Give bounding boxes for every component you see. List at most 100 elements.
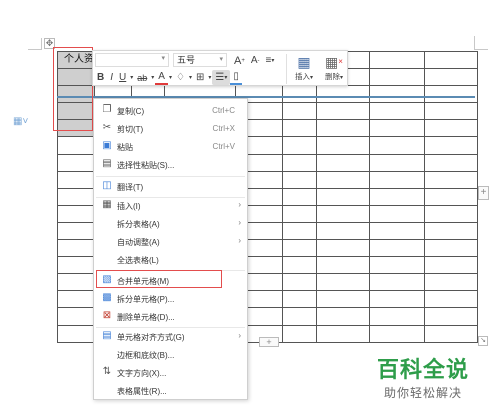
table-cell[interactable] (424, 102, 478, 121)
table-cell[interactable] (424, 136, 478, 155)
table-cell[interactable] (369, 307, 425, 326)
table-cell[interactable] (57, 170, 95, 189)
table-cell[interactable] (316, 221, 370, 241)
table-cell[interactable] (424, 273, 478, 292)
table-cell[interactable] (424, 170, 478, 189)
menu-item-insert[interactable]: ▦ 插入(I) › (94, 197, 247, 214)
table-cell[interactable] (316, 273, 370, 292)
table-cell[interactable] (316, 204, 370, 223)
table-cell[interactable] (282, 256, 317, 275)
table-cell[interactable] (369, 273, 425, 292)
menu-item-paste-special[interactable]: ▤ 选择性粘贴(S)... (94, 156, 247, 173)
table-cell[interactable] (282, 204, 317, 223)
table-cell[interactable] (282, 187, 317, 206)
table-cell[interactable] (316, 153, 370, 172)
table-cell[interactable] (282, 119, 317, 138)
menu-item-cut[interactable]: ✂ 剪切(T) Ctrl+X (94, 120, 247, 137)
table-cell[interactable] (316, 239, 370, 258)
table-cell[interactable] (282, 102, 317, 121)
table-cell[interactable] (57, 221, 95, 241)
menu-item-auto-fit[interactable]: 自动调整(A) › (94, 233, 247, 250)
table-cell[interactable] (424, 68, 478, 87)
line-spacing-icon[interactable]: ≡ ▾ (263, 53, 278, 68)
delete-button[interactable]: ▦× 删除▾ (319, 53, 349, 85)
table-cell[interactable] (57, 239, 95, 258)
table-cell[interactable] (282, 239, 317, 258)
table-cell[interactable] (282, 290, 317, 309)
table-cell[interactable] (369, 221, 425, 241)
menu-item-borders-shading[interactable]: 边框和底纹(B)... (94, 346, 247, 363)
table-cell[interactable] (316, 119, 370, 138)
table-cell[interactable] (316, 324, 370, 343)
menu-item-paste[interactable]: ▣ 粘贴 Ctrl+V (94, 138, 247, 155)
table-cell[interactable] (57, 204, 95, 223)
border-icon[interactable]: ⊞ (193, 70, 207, 85)
menu-item-text-direction[interactable]: ⇅ 文字方向(X)... (94, 364, 247, 381)
table-cell[interactable] (424, 239, 478, 258)
table-cell[interactable] (282, 307, 317, 326)
menu-item-split-table[interactable]: 拆分表格(A) › (94, 215, 247, 232)
table-cell[interactable] (57, 187, 95, 206)
add-column-button[interactable]: + (478, 186, 489, 200)
shrink-font-icon[interactable]: A- (248, 53, 263, 68)
table-cell[interactable] (369, 187, 425, 206)
table-cell[interactable] (369, 102, 425, 121)
table-cell[interactable] (316, 85, 370, 104)
table-cell[interactable] (424, 153, 478, 172)
menu-item-split-cells[interactable]: ▩ 拆分单元格(P)... (94, 290, 247, 307)
table-cell[interactable] (282, 273, 317, 292)
table-cell[interactable] (57, 256, 95, 275)
menu-item-translate[interactable]: ◫ 翻译(T) (94, 178, 247, 195)
highlight-icon[interactable]: ♢ (173, 70, 188, 85)
table-cell[interactable] (369, 153, 425, 172)
table-cell[interactable] (282, 136, 317, 155)
bold-button[interactable]: B (94, 70, 107, 85)
table-cell[interactable] (369, 136, 425, 155)
align-icon[interactable]: ☰ ▾ (212, 70, 231, 85)
table-cell[interactable] (369, 290, 425, 309)
font-size-select[interactable]: 五号 ▾ (173, 53, 227, 67)
table-cell[interactable] (316, 170, 370, 189)
table-cell[interactable] (424, 290, 478, 309)
table-cell[interactable] (316, 290, 370, 309)
table-cell[interactable] (424, 50, 478, 70)
paragraph-icon[interactable]: ▦˅ (13, 116, 28, 127)
table-cell[interactable] (424, 324, 478, 343)
table-cell[interactable] (57, 153, 95, 172)
table-cell[interactable] (57, 290, 95, 309)
grow-font-icon[interactable]: A + (231, 53, 248, 68)
menu-item-cell-alignment[interactable]: ▤ 单元格对齐方式(G) › (94, 328, 247, 345)
table-cell[interactable] (424, 119, 478, 138)
table-cell[interactable] (316, 187, 370, 206)
table-cell[interactable] (424, 187, 478, 206)
table-cell[interactable] (316, 102, 370, 121)
menu-item-delete-cells[interactable]: ⊠ 删除单元格(D)... (94, 308, 247, 325)
table-cell[interactable] (369, 85, 425, 104)
table-cell[interactable] (282, 85, 317, 104)
table-cell[interactable] (57, 136, 95, 155)
table-cell[interactable] (369, 204, 425, 223)
table-cell[interactable] (424, 221, 478, 241)
table-cell[interactable] (369, 170, 425, 189)
table-cell[interactable] (57, 273, 95, 292)
table-cell[interactable] (369, 324, 425, 343)
table-cell[interactable] (316, 256, 370, 275)
table-cell[interactable] (316, 136, 370, 155)
italic-button[interactable]: I (107, 70, 116, 85)
menu-item-copy[interactable]: ❐ 复制(C) Ctrl+C (94, 102, 247, 119)
table-cell[interactable] (424, 204, 478, 223)
table-cell[interactable] (369, 119, 425, 138)
menu-item-table-properties[interactable]: 表格属性(R)... (94, 382, 247, 399)
insert-button[interactable]: ▦ 插入▾ (289, 53, 319, 85)
table-cell[interactable] (282, 221, 317, 241)
underline-button[interactable]: U (116, 70, 129, 85)
font-name-select[interactable]: ▾ (95, 53, 169, 67)
strikethrough-button[interactable]: ab (134, 70, 150, 85)
add-row-button[interactable]: + (259, 337, 279, 347)
table-cell[interactable] (282, 170, 317, 189)
table-cell[interactable] (369, 68, 425, 87)
table-cell[interactable] (369, 256, 425, 275)
table-cell[interactable] (424, 85, 478, 104)
table-cell[interactable] (424, 307, 478, 326)
table-cell[interactable] (369, 50, 425, 70)
